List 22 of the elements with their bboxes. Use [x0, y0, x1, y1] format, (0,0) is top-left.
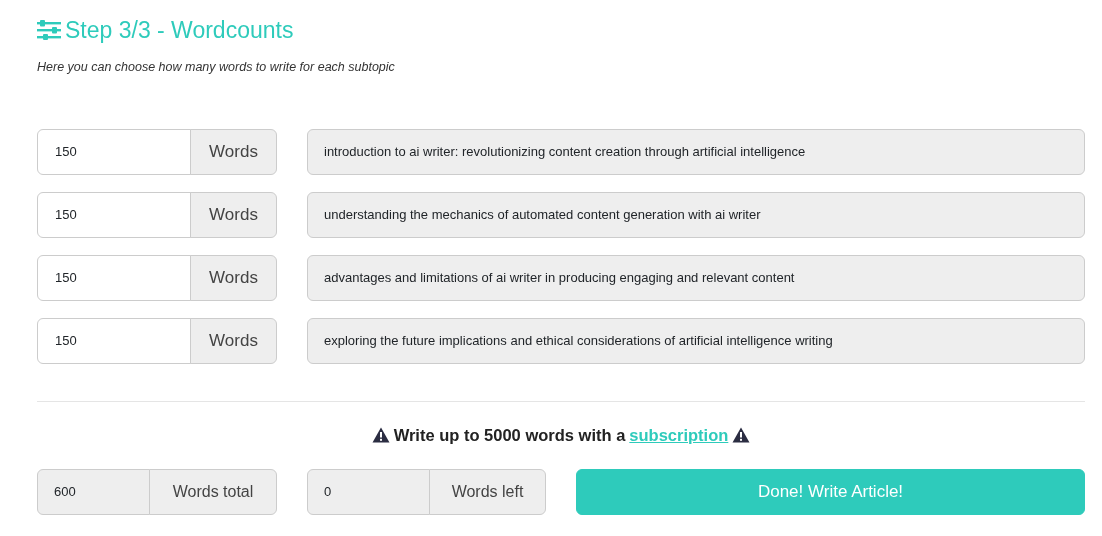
page-title: Step 3/3 - Wordcounts — [65, 16, 294, 45]
word-count-field[interactable]: 150 — [37, 191, 191, 238]
word-count-field[interactable]: 150 — [37, 317, 191, 364]
subtopic-field[interactable]: advantages and limitations of ai writer in producing engaging and relevant content — [307, 254, 1085, 301]
subtopic-field[interactable]: understanding the mechanics of automated content generation with ai writer — [307, 191, 1085, 238]
total-words-field[interactable]: 600 — [37, 468, 150, 515]
subtopic-field[interactable]: exploring the future implications and ethical considerations of artificial intelligence writing — [307, 317, 1085, 364]
unit-label: Words — [190, 254, 277, 301]
warning-icon — [371, 427, 390, 444]
unit-label: Words — [190, 191, 277, 238]
subtitle: Here you can choose how many words to write for each subtopic — [37, 59, 396, 76]
words-left-field[interactable]: 0 — [307, 468, 430, 515]
word-count-field[interactable]: 150 — [37, 254, 191, 301]
notice-text: Write up to 5000 words with a — [393, 424, 626, 446]
subtopic-field[interactable]: introduction to ai writer: revolutionizing content creation through artificial intelligence — [307, 128, 1085, 175]
sliders-icon — [37, 20, 61, 40]
word-count-field[interactable]: 150 — [37, 128, 191, 175]
unit-label: Words — [190, 128, 277, 175]
warning-icon — [732, 427, 751, 444]
unit-label: Words — [190, 317, 277, 364]
unit-label: Words left — [429, 468, 546, 515]
unit-label: Words total — [149, 468, 277, 515]
